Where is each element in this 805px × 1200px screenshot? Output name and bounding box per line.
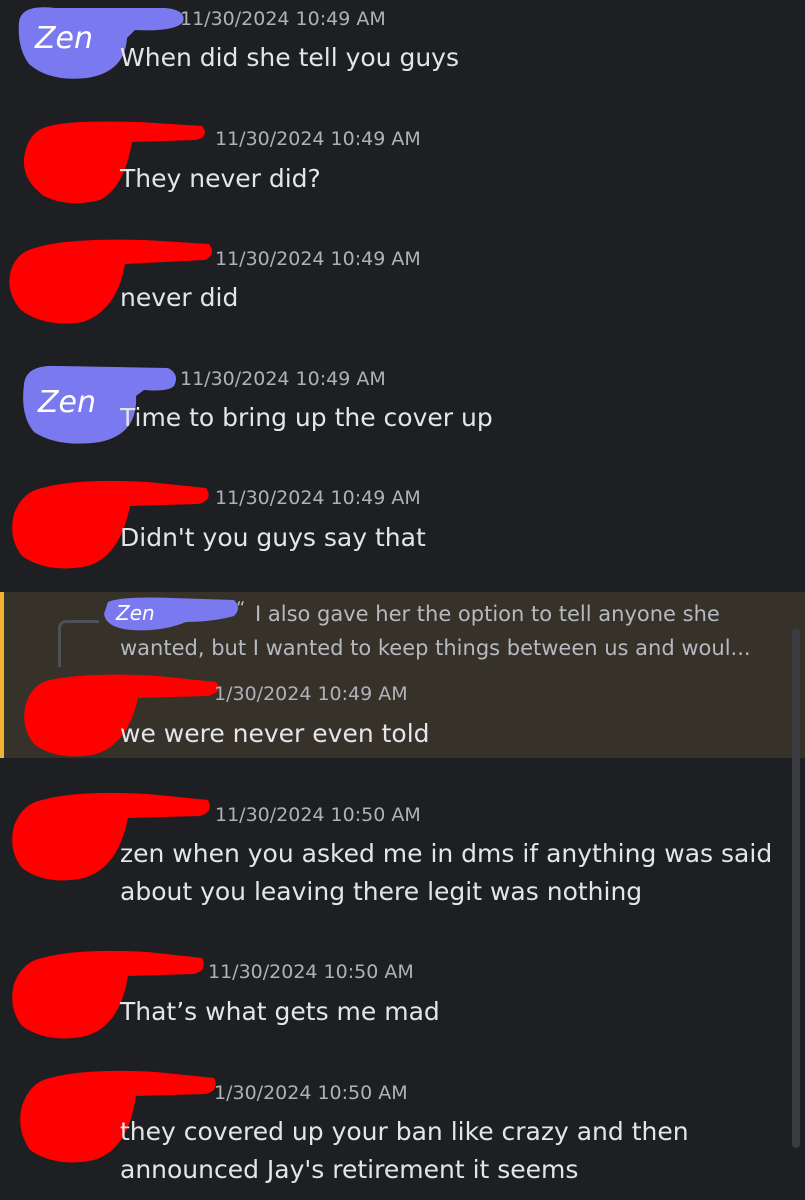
message-text: we were never even told [120,719,430,748]
message-timestamp: 11/30/2024 10:49 AM [215,248,421,270]
mention-highlight-bar [0,592,4,758]
message-text: announced Jay's retirement it seems [120,1155,579,1184]
message-timestamp: 11/30/2024 10:50 AM [215,804,421,826]
message-text: When did she tell you guys [120,43,460,72]
zen-handwriting: Zen [34,21,93,56]
zen-handwriting: Zen [37,385,96,420]
message-timestamp: 11/30/2024 10:49 AM [215,487,421,509]
message-text: they covered up your ban like crazy and … [120,1117,689,1146]
message-text: They never did? [120,164,321,193]
message-timestamp: 11/30/2024 10:49 AM [180,8,386,30]
reply-connector [58,620,99,667]
message-text: Didn't you guys say that [120,523,426,552]
message-text: zen when you asked me in dms if anything… [120,839,773,868]
message-timestamp: 1/30/2024 10:50 AM [214,1082,408,1104]
scrollbar[interactable] [792,628,800,1148]
message-timestamp: 11/30/2024 10:49 AM [215,128,421,150]
message-text: never did [120,283,239,312]
message-timestamp: 1/30/2024 10:49 AM [214,683,408,705]
message-timestamp: 11/30/2024 10:50 AM [208,961,414,983]
message-text: about you leaving there legit was nothin… [120,877,643,906]
message-text: Time to bring up the cover up [120,403,493,432]
message-text: That’s what gets me mad [120,997,440,1026]
reply-preview-text[interactable]: I also gave her the option to tell anyon… [120,602,751,660]
message-timestamp: 11/30/2024 10:49 AM [180,368,386,390]
